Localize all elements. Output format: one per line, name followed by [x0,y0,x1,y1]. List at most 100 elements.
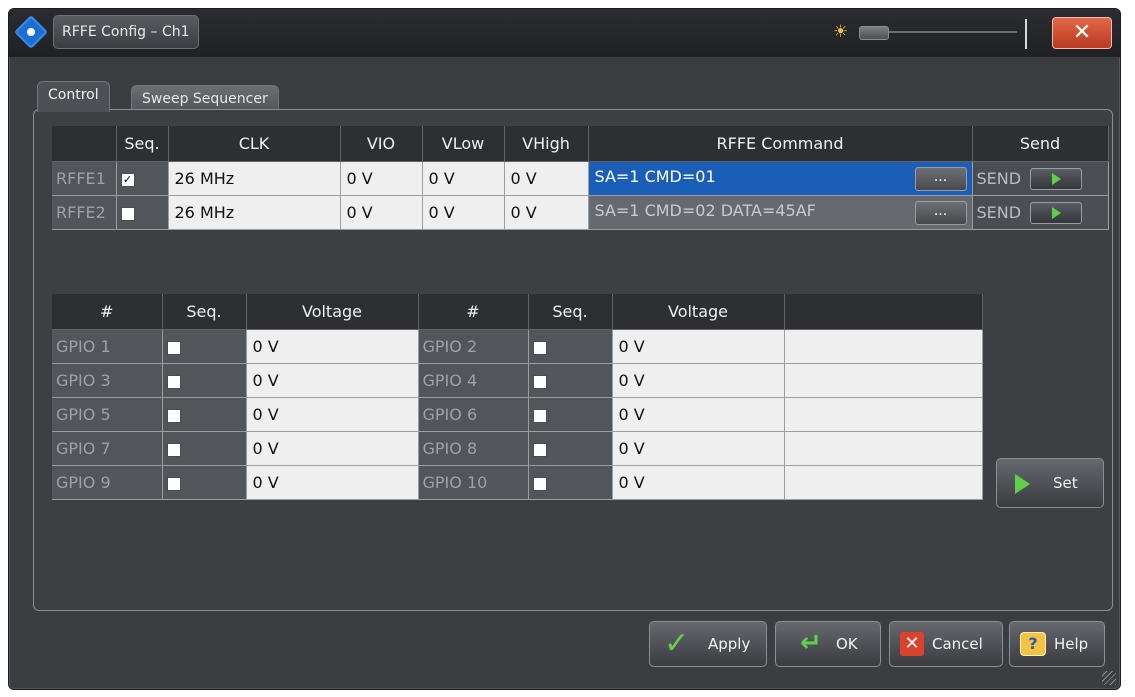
set-button[interactable]: Set [996,458,1104,508]
rffe2-command-edit-button[interactable]: ... [914,200,967,225]
close-icon: ✕ [1072,20,1092,45]
rffe1-command-edit-button[interactable]: ... [914,166,967,191]
rffe1-command-text: SA=1 CMD=01 [594,166,716,186]
gpio-row: GPIO 7 0 V GPIO 8 0 V [52,431,983,466]
rffe-config-window: RFFE Config – Ch1 ☀ ✕ Control Sweep Sequ… [8,8,1121,690]
rffe1-send-label: SEND [976,169,1022,188]
gpio8-voltage-field[interactable]: 0 V [612,431,785,466]
gpio6-voltage-field[interactable]: 0 V [612,397,785,432]
rffe-header-vio: VIO [340,126,423,162]
title-bar[interactable]: RFFE Config – Ch1 ☀ ✕ [9,9,1120,57]
window-title: RFFE Config – Ch1 [53,15,199,49]
gpio7-voltage-field[interactable]: 0 V [246,431,419,466]
rffe1-vio-field[interactable]: 0 V [340,161,423,196]
gpio-label: GPIO 6 [418,397,529,432]
rffe-row-1: RFFE1 ✓ 26 MHz 0 V 0 V 0 V SA=1 CMD=01 .… [52,161,1109,196]
control-tab-panel: Seq. CLK VIO VLow VHigh RFFE Command Sen… [33,109,1113,611]
tab-control[interactable]: Control [37,81,110,112]
gpio-filler [784,363,983,398]
gpio4-voltage-field[interactable]: 0 V [612,363,785,398]
gpio1-voltage-field[interactable]: 0 V [246,329,419,364]
resize-grip-icon[interactable] [1102,671,1116,685]
gpio-label: GPIO 3 [52,363,163,398]
rffe1-clk-field[interactable]: 26 MHz [168,161,341,196]
ok-button[interactable]: ↵ OK [775,621,881,667]
gpio3-seq-checkbox[interactable] [162,363,247,398]
cancel-button[interactable]: ✕ Cancel [889,621,1003,667]
gpio-header-num: # [52,294,163,330]
rffe-header-command: RFFE Command [588,126,973,162]
rffe-table: Seq. CLK VIO VLow VHigh RFFE Command Sen… [52,126,1109,230]
apply-button-label: Apply [708,635,751,653]
rffe1-command-field[interactable]: SA=1 CMD=01 ... [588,161,973,196]
gpio-header-seq: Seq. [528,294,613,330]
rffe2-send-label: SEND [976,203,1022,222]
rffe2-command-text: SA=1 CMD=02 DATA=45AF [594,200,816,220]
apply-button[interactable]: ✓ Apply [649,621,767,667]
brightness-slider[interactable] [859,26,1017,40]
gpio-header-num: # [418,294,529,330]
rffe2-vio-field[interactable]: 0 V [340,195,423,230]
rffe-header-clk: CLK [168,126,341,162]
rffe2-send-cell: SEND [972,195,1109,230]
rffe-header-vhigh: VHigh [504,126,589,162]
rffe2-clk-field[interactable]: 26 MHz [168,195,341,230]
gpio-header-voltage: Voltage [246,294,419,330]
rffe-row-label: RFFE2 [52,195,117,230]
rffe2-command-field[interactable]: SA=1 CMD=02 DATA=45AF ... [588,195,973,230]
rffe-header-corner [52,126,117,162]
gpio-filler [784,397,983,432]
rffe-header-seq: Seq. [116,126,169,162]
gpio10-seq-checkbox[interactable] [528,465,613,500]
help-button-label: Help [1054,635,1089,653]
gpio8-seq-checkbox[interactable] [528,431,613,466]
ok-button-label: OK [836,635,858,653]
gpio-header-voltage: Voltage [612,294,785,330]
gpio5-seq-checkbox[interactable] [162,397,247,432]
brightness-slider-thumb[interactable] [859,26,889,40]
gpio-header-blank [784,294,983,330]
gpio10-voltage-field[interactable]: 0 V [612,465,785,500]
gpio-label: GPIO 1 [52,329,163,364]
gpio1-seq-checkbox[interactable] [162,329,247,364]
sun-icon: ☀ [833,22,849,42]
close-button[interactable]: ✕ [1052,17,1112,49]
rffe2-vlow-field[interactable]: 0 V [422,195,505,230]
rffe2-seq-checkbox[interactable] [116,195,169,230]
rffe2-send-button[interactable] [1030,201,1083,224]
gpio-row: GPIO 5 0 V GPIO 6 0 V [52,397,983,432]
gpio6-seq-checkbox[interactable] [528,397,613,432]
gpio9-voltage-field[interactable]: 0 V [246,465,419,500]
help-icon: ? [1020,632,1046,656]
gpio5-voltage-field[interactable]: 0 V [246,397,419,432]
tab-sweep-sequencer[interactable]: Sweep Sequencer [131,85,279,112]
gpio-row: GPIO 1 0 V GPIO 2 0 V [52,329,983,364]
play-icon [1052,206,1062,219]
rffe-header-vlow: VLow [422,126,505,162]
help-button[interactable]: ? Help [1009,621,1105,667]
rffe1-seq-checkbox[interactable]: ✓ [116,161,169,196]
enter-arrow-icon: ↵ [800,628,822,658]
gpio7-seq-checkbox[interactable] [162,431,247,466]
play-icon [1015,474,1030,494]
gpio-label: GPIO 5 [52,397,163,432]
gpio4-seq-checkbox[interactable] [528,363,613,398]
gpio3-voltage-field[interactable]: 0 V [246,363,419,398]
gpio-label: GPIO 7 [52,431,163,466]
rffe1-vhigh-field[interactable]: 0 V [504,161,589,196]
rffe2-vhigh-field[interactable]: 0 V [504,195,589,230]
gpio2-voltage-field[interactable]: 0 V [612,329,785,364]
gpio-label: GPIO 2 [418,329,529,364]
rffe-row-2: RFFE2 26 MHz 0 V 0 V 0 V SA=1 CMD=02 DAT… [52,195,1109,230]
set-button-label: Set [1053,474,1078,492]
gpio-filler [784,431,983,466]
gpio-table: # Seq. Voltage # Seq. Voltage GPIO 1 0 V… [52,294,983,500]
rffe1-send-cell: SEND [972,161,1109,196]
gpio9-seq-checkbox[interactable] [162,465,247,500]
gpio2-seq-checkbox[interactable] [528,329,613,364]
gpio-row: GPIO 3 0 V GPIO 4 0 V [52,363,983,398]
gpio-header-row: # Seq. Voltage # Seq. Voltage [52,294,983,330]
rffe1-send-button[interactable] [1030,167,1083,190]
title-separator [1025,19,1027,49]
rffe1-vlow-field[interactable]: 0 V [422,161,505,196]
